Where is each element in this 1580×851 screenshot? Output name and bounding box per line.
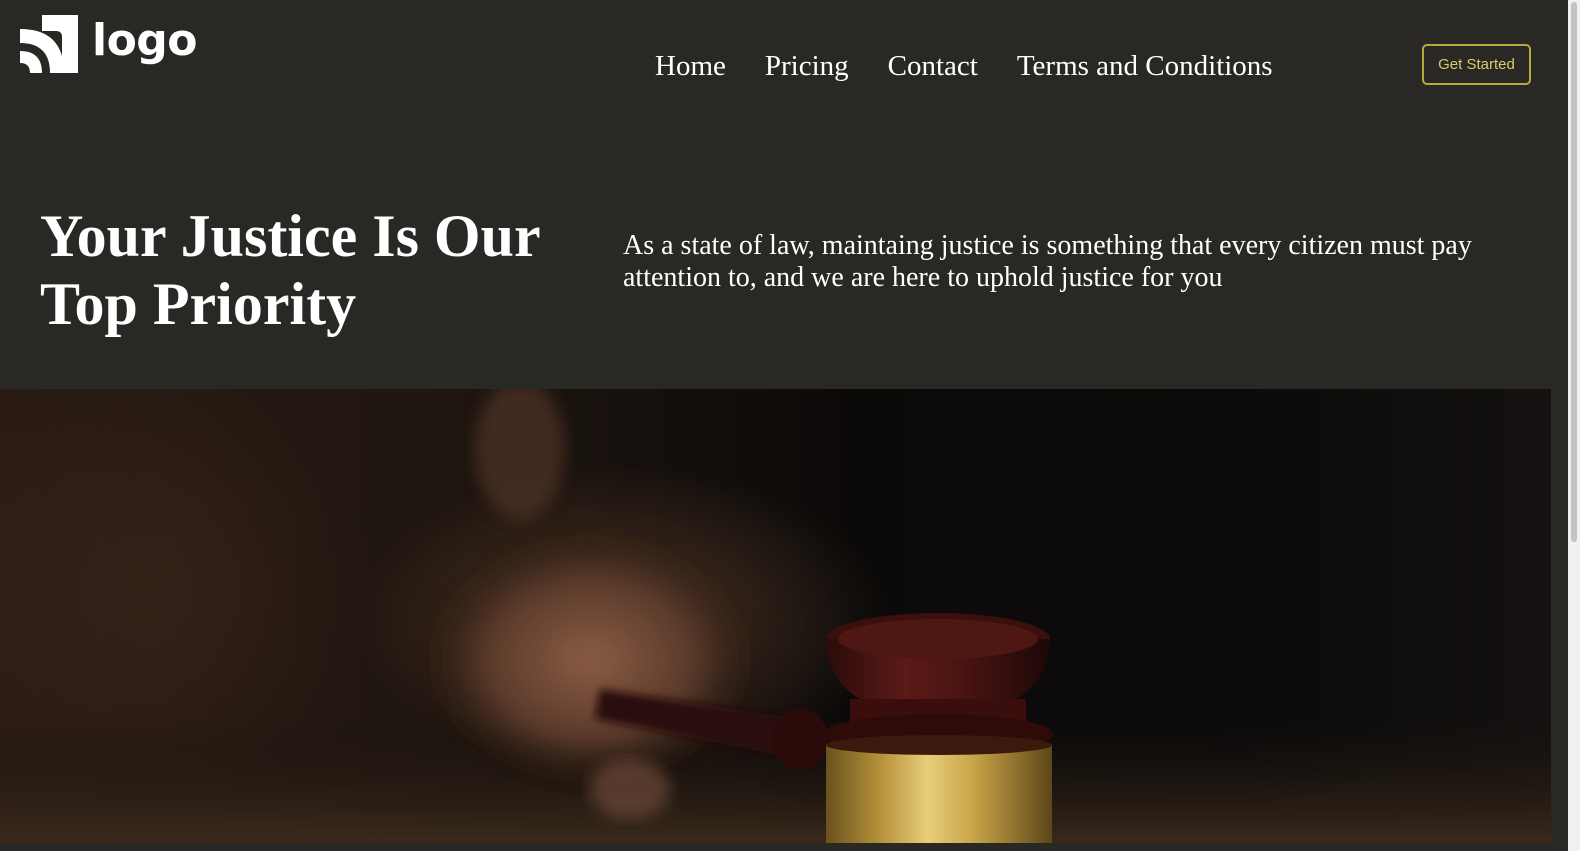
main-nav: Home Pricing Contact Terms and Condition… xyxy=(655,50,1273,83)
page-scrollbar[interactable] xyxy=(1568,0,1580,851)
nav-contact-link[interactable]: Contact xyxy=(888,50,978,83)
scrollbar-thumb[interactable] xyxy=(1571,2,1577,542)
landing-page: logo Home Pricing Contact Terms and Cond… xyxy=(0,0,1568,851)
logo-icon xyxy=(20,15,78,73)
logo-wordmark: logo xyxy=(92,14,198,66)
brand-logo[interactable]: logo xyxy=(20,14,198,74)
gavel-illustration xyxy=(0,389,1551,843)
hero-title: Your Justice Is Our Top Priority xyxy=(40,202,600,338)
get-started-button[interactable]: Get Started xyxy=(1422,44,1531,85)
hero-subtitle: As a state of law, maintaing justice is … xyxy=(623,230,1472,293)
nav-pricing-link[interactable]: Pricing xyxy=(765,50,849,83)
hero-gavel-image xyxy=(0,389,1551,843)
hero-title-line-1: Your Justice Is Our xyxy=(40,203,541,269)
nav-home-link[interactable]: Home xyxy=(655,50,726,83)
hero-title-line-2: Top Priority xyxy=(40,271,357,337)
nav-terms-link[interactable]: Terms and Conditions xyxy=(1017,50,1273,83)
